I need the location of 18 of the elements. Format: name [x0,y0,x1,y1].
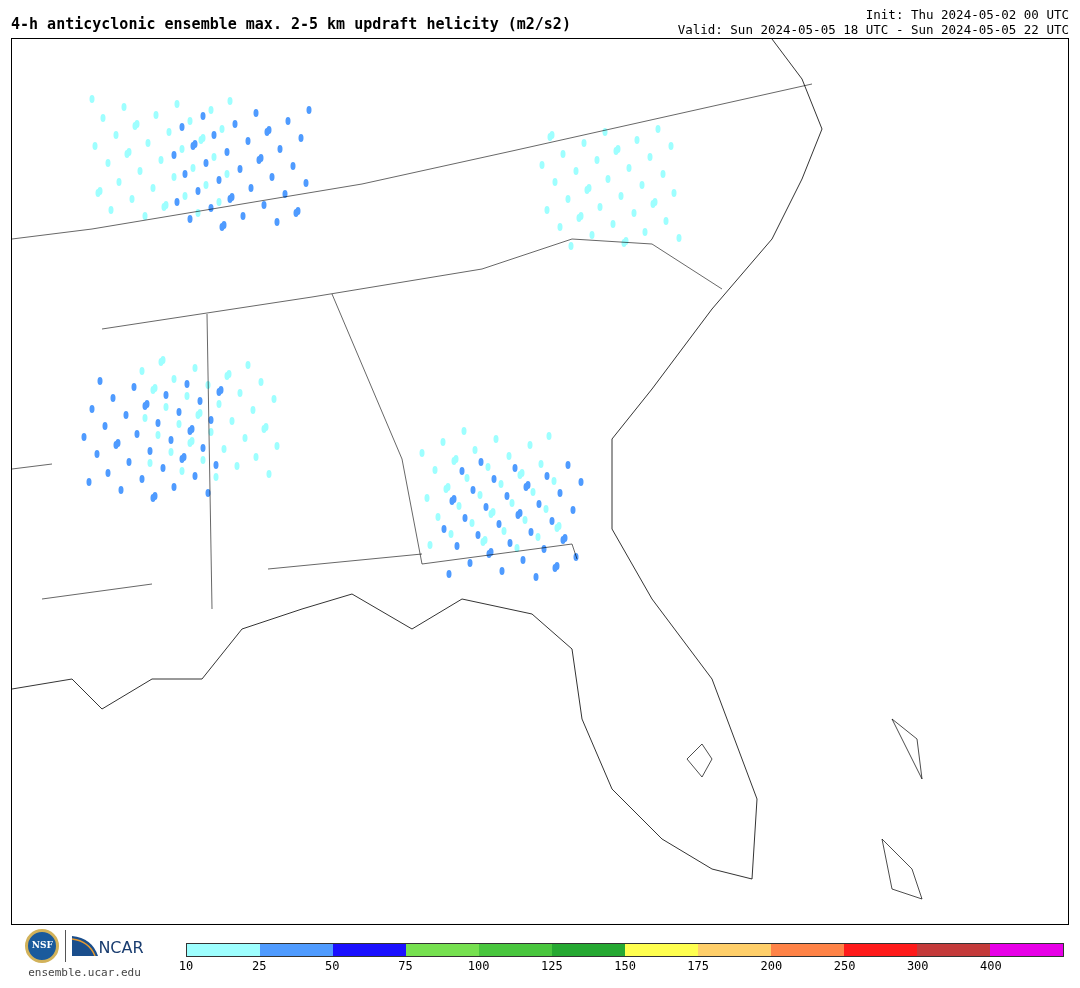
scale-label: 400 [980,960,1002,972]
scale-label: 200 [760,960,783,972]
scale-label: 300 [906,960,929,972]
scale-label: 250 [833,960,856,972]
scale-label: 100 [467,960,490,972]
website-url: ensemble.ucar.edu [28,965,141,981]
valid-time: Valid: Sun 2024-05-05 18 UTC - Sun 2024-05-05 22 UTC [677,22,1069,37]
ncar-logo: NCAR [72,936,144,956]
init-time: Init: Thu 2024-05-02 00 UTC [865,7,1069,22]
scale-label: 175 [687,960,710,972]
scale-label: 50 [325,960,340,972]
nsf-logo: NSF [25,929,60,963]
scale-label: 150 [614,960,636,972]
scale-label: 10 [178,960,194,972]
scale-label: 25 [251,960,267,972]
scale-label: 75 [398,960,413,972]
scale-label: 125 [541,960,563,972]
chart-title: 4-h anticyclonic ensemble max. 2-5 km updraft helicity (m2/s2) [11,17,571,35]
